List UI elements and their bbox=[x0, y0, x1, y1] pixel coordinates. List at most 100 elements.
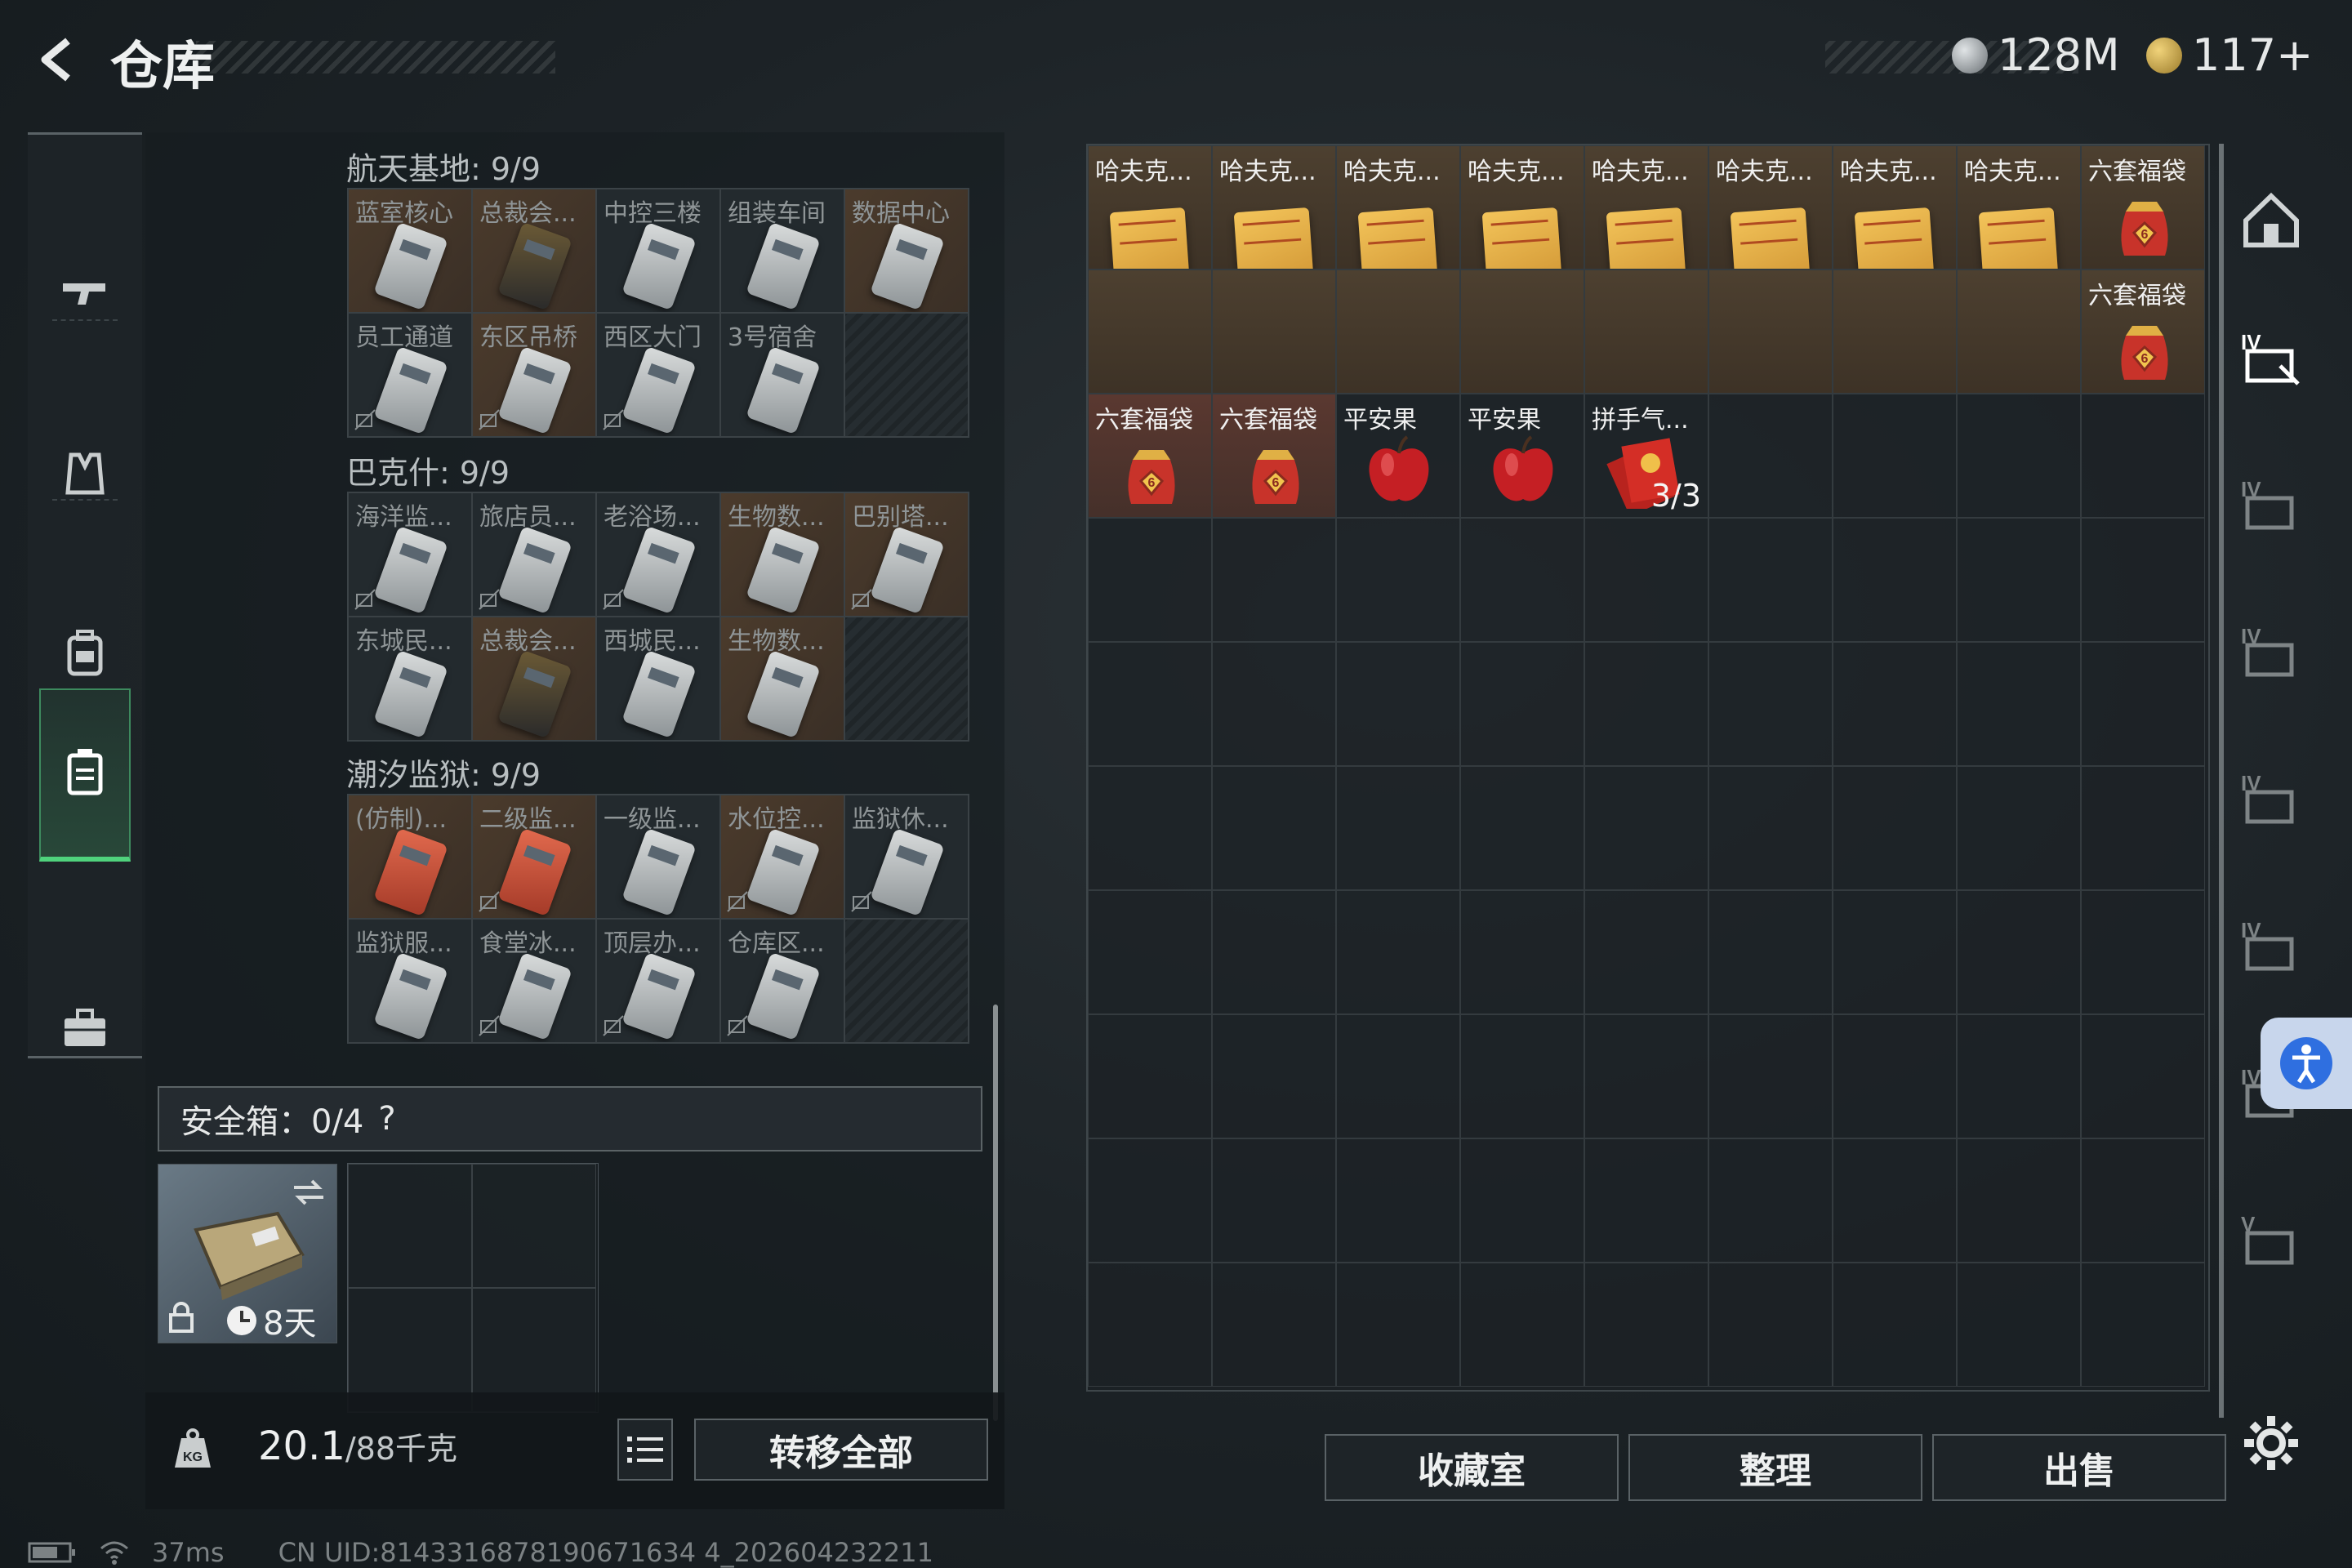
home-icon[interactable] bbox=[2239, 188, 2303, 252]
nav-keys-active[interactable] bbox=[39, 688, 131, 862]
storage-tab-1-icon[interactable]: IV bbox=[2239, 327, 2303, 390]
keycard-slot[interactable]: 东城民... bbox=[348, 617, 472, 741]
stash-slot-empty[interactable] bbox=[1088, 890, 1212, 1014]
stash-slot-empty[interactable] bbox=[2081, 1138, 2205, 1263]
stash-slot-empty[interactable] bbox=[1212, 1014, 1336, 1138]
keycard-slot[interactable]: 巴别塔... bbox=[844, 492, 969, 617]
stash-slot-empty[interactable] bbox=[1708, 1263, 1833, 1387]
stash-slot-empty[interactable] bbox=[1336, 518, 1460, 642]
stash-slot-empty[interactable] bbox=[1460, 518, 1584, 642]
stash-item[interactable]: 平安果 bbox=[1336, 394, 1460, 518]
safe-slot[interactable] bbox=[472, 1164, 596, 1288]
stash-slot-empty[interactable] bbox=[1088, 518, 1212, 642]
storage-tab-2-icon[interactable]: IV bbox=[2239, 474, 2303, 537]
stash-slot-empty[interactable] bbox=[1088, 1014, 1212, 1138]
stash-slot-empty[interactable] bbox=[1336, 1138, 1460, 1263]
stash-slot-empty[interactable] bbox=[1957, 1014, 2081, 1138]
stash-slot-empty[interactable] bbox=[1957, 766, 2081, 890]
nav-toolbox[interactable] bbox=[28, 951, 142, 1107]
stash-slot-empty[interactable] bbox=[1708, 394, 1833, 518]
keycard-slot[interactable]: 员工通道 bbox=[348, 313, 472, 437]
transfer-all-button[interactable]: 转移全部 bbox=[694, 1419, 988, 1481]
keycard-slot[interactable]: 总裁会... bbox=[472, 617, 596, 741]
stash-slot-empty[interactable] bbox=[1584, 890, 1708, 1014]
stash-item[interactable]: 哈夫克... bbox=[1584, 145, 1708, 270]
keycard-slot[interactable]: 数据中心 bbox=[844, 189, 969, 313]
stash-slot-empty[interactable] bbox=[1336, 642, 1460, 766]
stash-item-span[interactable] bbox=[1336, 270, 1460, 394]
stash-slot-empty[interactable] bbox=[1212, 1263, 1336, 1387]
stash-slot-empty[interactable] bbox=[2081, 394, 2205, 518]
keycard-slot[interactable]: 西城民... bbox=[596, 617, 720, 741]
stash-slot-empty[interactable] bbox=[1584, 1014, 1708, 1138]
stash-slot-empty[interactable] bbox=[1957, 518, 2081, 642]
cash-display[interactable]: 128M bbox=[1952, 29, 2120, 81]
stash-item[interactable]: 六套福袋 6 bbox=[1212, 394, 1336, 518]
stash-slot-empty[interactable] bbox=[1460, 766, 1584, 890]
stash-slot-empty[interactable] bbox=[2081, 518, 2205, 642]
stash-slot-empty[interactable] bbox=[1957, 642, 2081, 766]
stash-slot-empty[interactable] bbox=[1336, 766, 1460, 890]
swap-icon[interactable] bbox=[291, 1176, 327, 1209]
stash-item[interactable]: 哈夫克... bbox=[1708, 145, 1833, 270]
stash-slot-empty[interactable] bbox=[1957, 1263, 2081, 1387]
stash-slot-empty[interactable] bbox=[1833, 1263, 1957, 1387]
list-view-button[interactable] bbox=[617, 1419, 673, 1481]
stash-item-span[interactable] bbox=[1212, 270, 1336, 394]
stash-slot-empty[interactable] bbox=[1957, 890, 2081, 1014]
keycard-slot-empty[interactable] bbox=[844, 313, 969, 437]
stash-slot-empty[interactable] bbox=[1708, 1138, 1833, 1263]
stash-slot-empty[interactable] bbox=[1833, 1014, 1957, 1138]
stash-slot-empty[interactable] bbox=[2081, 890, 2205, 1014]
stash-slot-empty[interactable] bbox=[1833, 890, 1957, 1014]
stash-slot-empty[interactable] bbox=[1833, 642, 1957, 766]
storage-tab-3-icon[interactable]: IV bbox=[2239, 621, 2303, 684]
stash-item[interactable]: 平安果 bbox=[1460, 394, 1584, 518]
stash-slot-empty[interactable] bbox=[1833, 766, 1957, 890]
stash-slot-empty[interactable] bbox=[1584, 642, 1708, 766]
keycard-slot[interactable]: 老浴场... bbox=[596, 492, 720, 617]
stash-slot-empty[interactable] bbox=[1708, 766, 1833, 890]
stash-slot-empty[interactable] bbox=[1584, 1263, 1708, 1387]
safe-box-header[interactable]: 安全箱：0/4 ? bbox=[158, 1086, 982, 1152]
stash-slot-empty[interactable] bbox=[1460, 1263, 1584, 1387]
stash-item-span[interactable] bbox=[1957, 270, 2081, 394]
stash-slot-empty[interactable] bbox=[1460, 1138, 1584, 1263]
stash-item[interactable]: 哈夫克... bbox=[1336, 145, 1460, 270]
keycard-slot[interactable]: 海洋监... bbox=[348, 492, 472, 617]
stash-slot-empty[interactable] bbox=[1957, 1138, 2081, 1263]
keycard-slot[interactable]: (仿制)... bbox=[348, 795, 472, 919]
stash-slot-empty[interactable] bbox=[1212, 518, 1336, 642]
stash-slot-empty[interactable] bbox=[1584, 518, 1708, 642]
keycard-slot[interactable]: 生物数... bbox=[720, 617, 844, 741]
sell-button[interactable]: 出售 bbox=[1932, 1434, 2226, 1501]
stash-item[interactable]: 哈夫克... bbox=[1833, 145, 1957, 270]
stash-slot-empty[interactable] bbox=[1957, 394, 2081, 518]
keycard-slot-empty[interactable] bbox=[844, 919, 969, 1043]
stash-slot-empty[interactable] bbox=[2081, 642, 2205, 766]
help-icon[interactable]: ? bbox=[378, 1100, 395, 1138]
stash-slot-empty[interactable] bbox=[1584, 1138, 1708, 1263]
keycard-slot[interactable]: 监狱服... bbox=[348, 919, 472, 1043]
stash-slot-empty[interactable] bbox=[2081, 1014, 2205, 1138]
stash-item-span[interactable] bbox=[1584, 270, 1708, 394]
stash-slot-empty[interactable] bbox=[1460, 642, 1584, 766]
stash-item-span[interactable] bbox=[1088, 270, 1212, 394]
keycard-slot[interactable]: 监狱休... bbox=[844, 795, 969, 919]
keycard-slot[interactable]: 中控三楼 bbox=[596, 189, 720, 313]
keycard-slot[interactable]: 仓库区... bbox=[720, 919, 844, 1043]
stash-slot-empty[interactable] bbox=[1212, 1138, 1336, 1263]
stash-slot-empty[interactable] bbox=[1336, 1263, 1460, 1387]
stash-item[interactable]: 六套福袋 6 bbox=[2081, 145, 2205, 270]
keycard-slot[interactable]: 组装车间 bbox=[720, 189, 844, 313]
stash-slot-empty[interactable] bbox=[1460, 1014, 1584, 1138]
stash-slot-empty[interactable] bbox=[1708, 890, 1833, 1014]
coin-display[interactable]: 117+ bbox=[2146, 29, 2313, 81]
stash-slot-empty[interactable] bbox=[2081, 1263, 2205, 1387]
keycard-slot[interactable]: 二级监... bbox=[472, 795, 596, 919]
keycard-slot-empty[interactable] bbox=[844, 617, 969, 741]
stash-item[interactable]: 哈夫克... bbox=[1957, 145, 2081, 270]
stash-slot-empty[interactable] bbox=[1088, 1263, 1212, 1387]
safe-box-item[interactable]: 8天 bbox=[158, 1164, 337, 1343]
stash-slot-empty[interactable] bbox=[1336, 1014, 1460, 1138]
